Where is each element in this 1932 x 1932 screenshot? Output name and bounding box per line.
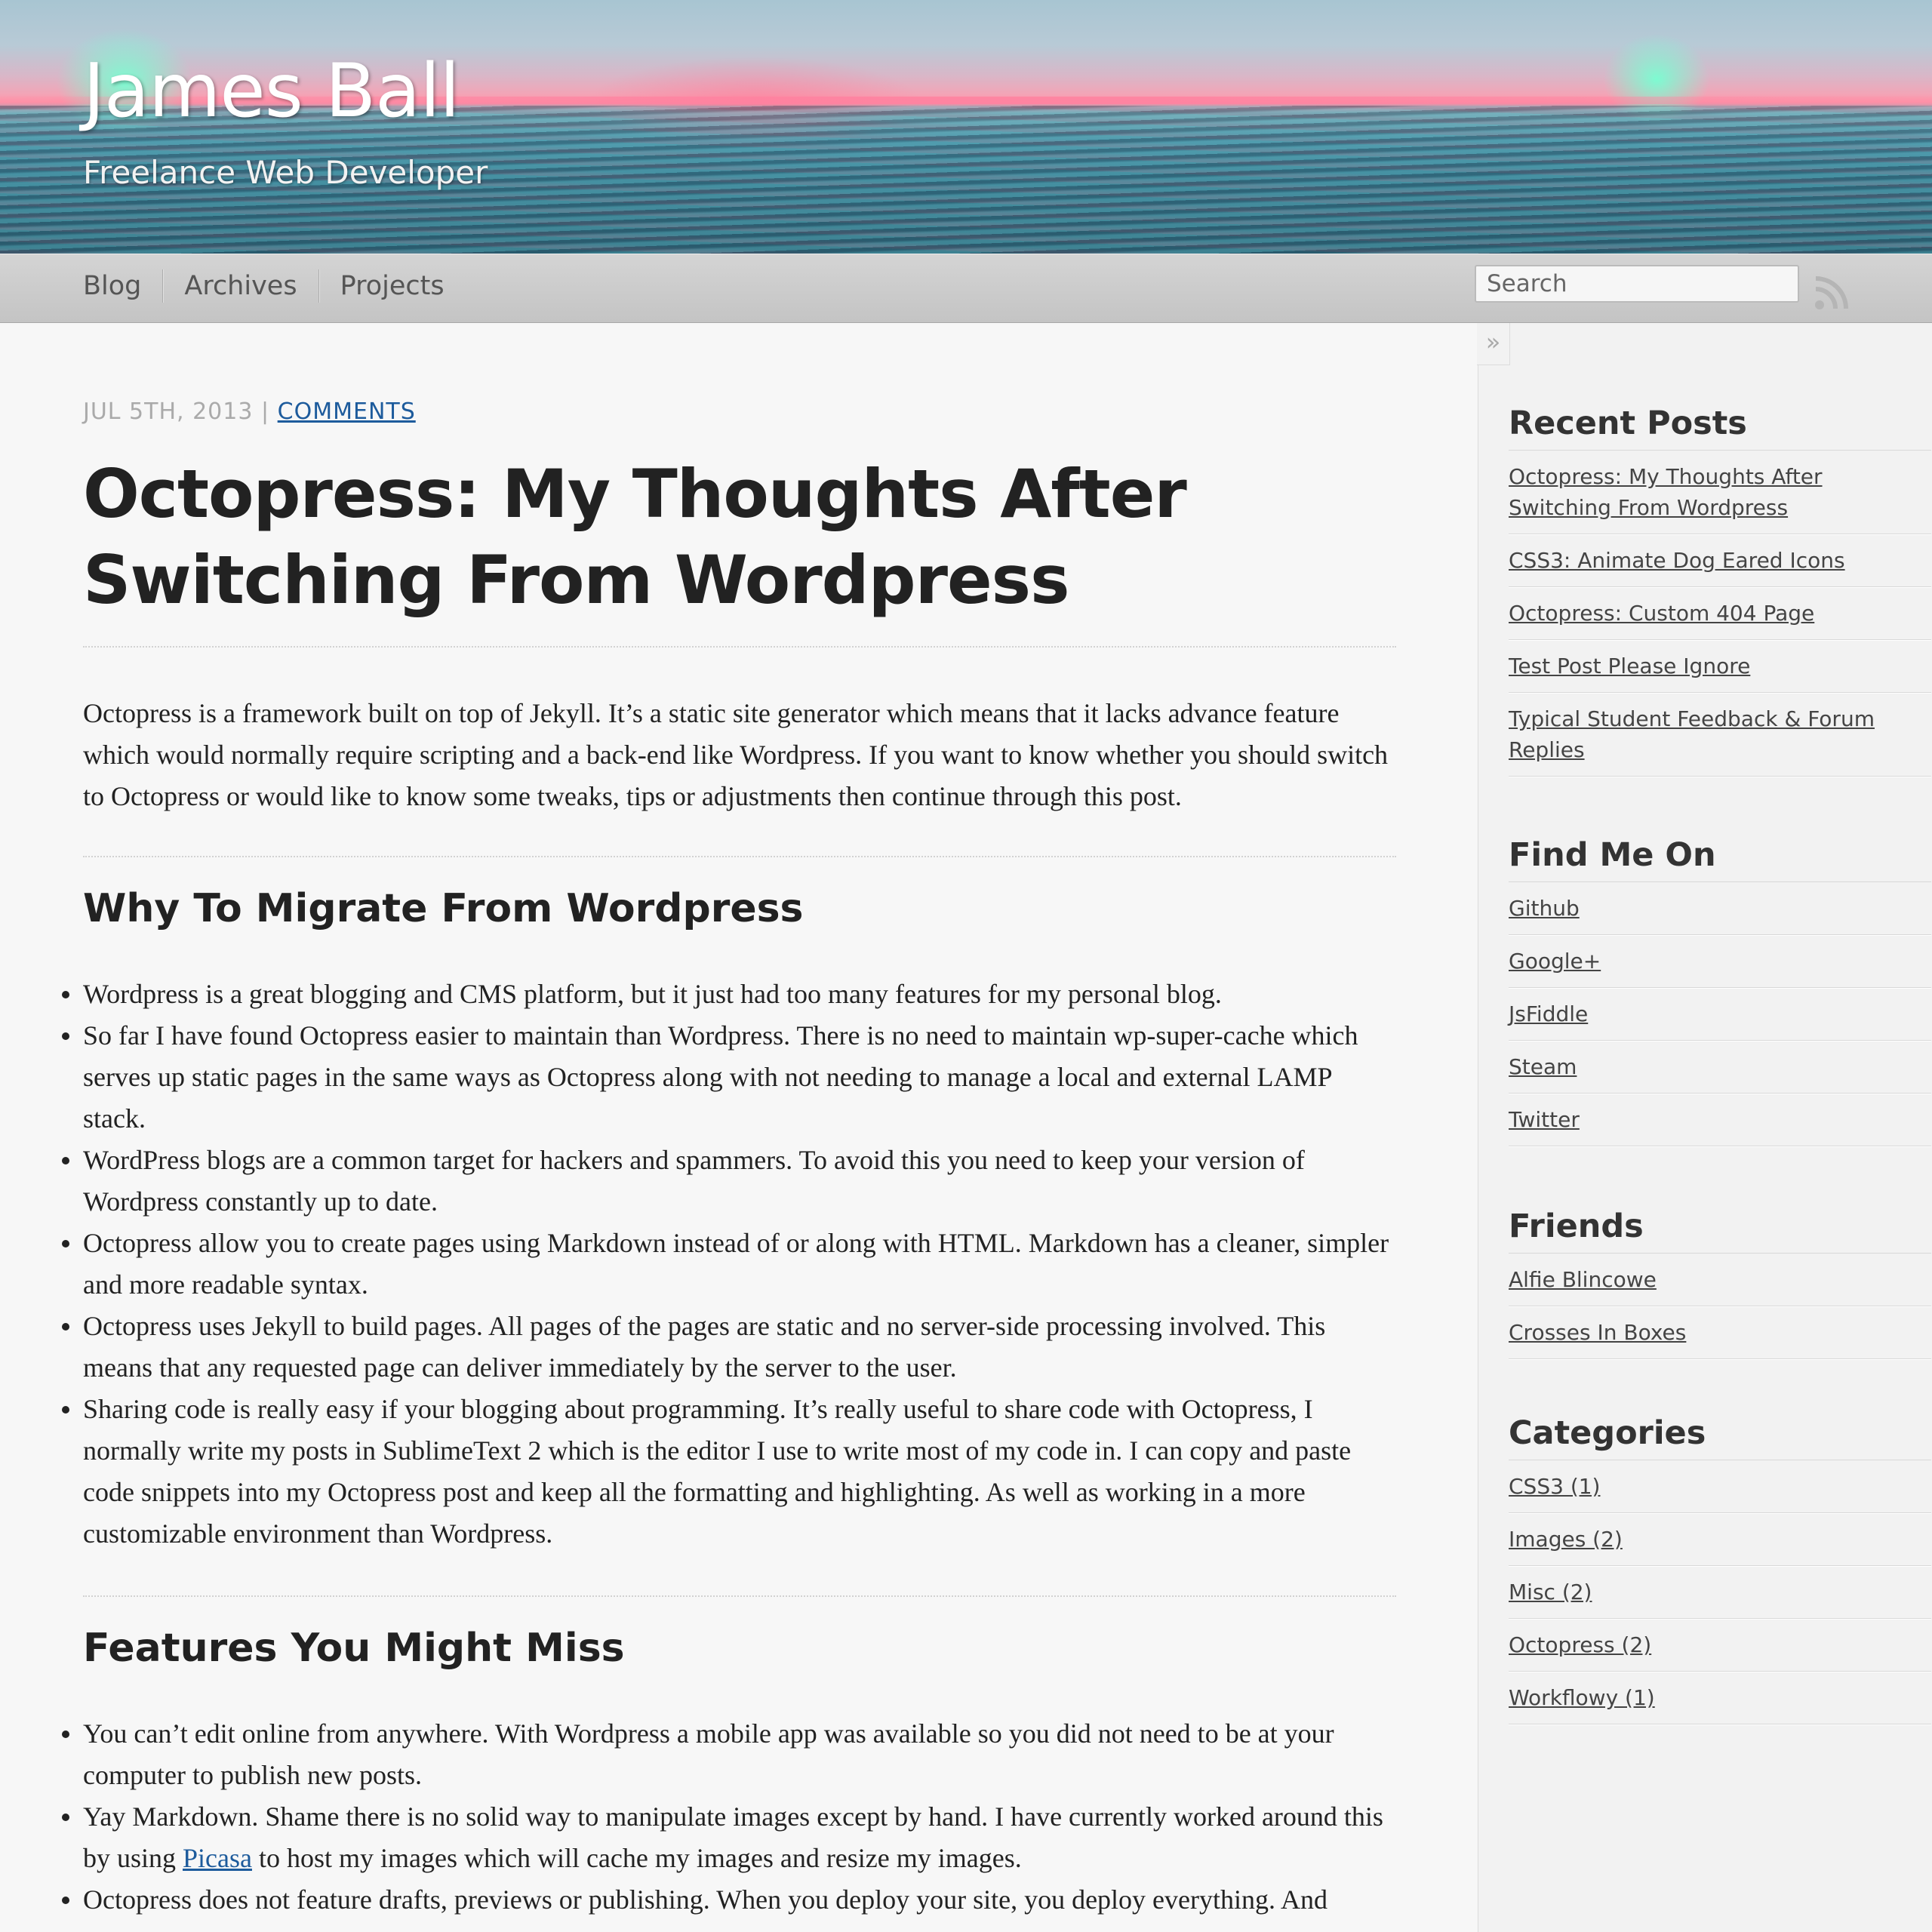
search-input[interactable] <box>1475 265 1799 303</box>
list-item: Octopress allow you to create pages usin… <box>62 1223 1396 1306</box>
post-title[interactable]: Octopress: My Thoughts After Switching F… <box>83 451 1396 623</box>
list-item: Octopress (2) <box>1509 1619 1931 1672</box>
rss-icon[interactable] <box>1814 275 1849 310</box>
list-item: CSS3 (1) <box>1509 1460 1931 1513</box>
list-item: Yay Markdown. Shame there is no solid wa… <box>62 1796 1396 1879</box>
recent-post-link[interactable]: Test Post Please Ignore <box>1509 654 1750 678</box>
find-me-on-section: Find Me On Github Google+ JsFiddle Steam… <box>1509 833 1931 1146</box>
list-item-text: to host my images which will cache my im… <box>251 1843 1022 1873</box>
list-item: Google+ <box>1509 935 1931 988</box>
site-title[interactable]: James Ball <box>83 54 460 128</box>
list-item: Steam <box>1509 1041 1931 1094</box>
post-meta: JUL 5TH, 2013 | COMMENTS <box>83 398 416 425</box>
social-links-list: Github Google+ JsFiddle Steam Twitter <box>1509 882 1931 1146</box>
section-heading: Features You Might Miss <box>83 1626 625 1671</box>
category-link[interactable]: Images (2) <box>1509 1527 1623 1552</box>
comments-link[interactable]: COMMENTS <box>278 398 416 425</box>
post-date: JUL 5TH, 2013 <box>83 398 254 425</box>
friend-link[interactable]: Alfie Blincowe <box>1509 1267 1657 1292</box>
section-title: Find Me On <box>1509 833 1931 882</box>
nav-item-projects[interactable]: Projects <box>318 269 466 303</box>
google-plus-link[interactable]: Google+ <box>1509 949 1601 974</box>
list-item: Typical Student Feedback & Forum Replies <box>1509 693 1931 777</box>
list-item: You can’t edit online from anywhere. Wit… <box>62 1713 1396 1796</box>
list-item: Misc (2) <box>1509 1566 1931 1619</box>
jsfiddle-link[interactable]: JsFiddle <box>1509 1001 1588 1026</box>
list-item: So far I have found Octopress easier to … <box>62 1015 1396 1140</box>
divider <box>83 646 1396 648</box>
collapse-sidebar-toggle[interactable]: » <box>1477 323 1510 365</box>
list-item: Octopress: Custom 404 Page <box>1509 587 1931 640</box>
header-banner: James Ball Freelance Web Developer <box>0 0 1932 254</box>
divider <box>83 856 1396 857</box>
list-item: Crosses In Boxes <box>1509 1306 1931 1359</box>
nav-item-archives[interactable]: Archives <box>162 269 318 303</box>
list-item: Twitter <box>1509 1094 1931 1146</box>
category-link[interactable]: Workflowy (1) <box>1509 1685 1655 1710</box>
site-subtitle: Freelance Web Developer <box>83 154 488 191</box>
recent-posts-list: Octopress: My Thoughts After Switching F… <box>1509 451 1931 777</box>
list-item: Wordpress is a great blogging and CMS pl… <box>62 974 1396 1015</box>
friends-list: Alfie Blincowe Crosses In Boxes <box>1509 1254 1931 1359</box>
recent-post-link[interactable]: Typical Student Feedback & Forum Replies <box>1509 706 1875 762</box>
list-item: Octopress: My Thoughts After Switching F… <box>1509 451 1931 534</box>
list-item: Images (2) <box>1509 1513 1931 1566</box>
bullet-list: Wordpress is a great blogging and CMS pl… <box>62 974 1396 1555</box>
list-item: JsFiddle <box>1509 988 1931 1041</box>
categories-list: CSS3 (1) Images (2) Misc (2) Octopress (… <box>1509 1460 1931 1724</box>
github-link[interactable]: Github <box>1509 896 1580 921</box>
list-item: Octopress does not feature drafts, previ… <box>62 1879 1396 1921</box>
sidebar: » Recent Posts Octopress: My Thoughts Af… <box>1477 323 1932 1932</box>
post-intro: Octopress is a framework built on top of… <box>83 698 1389 811</box>
friend-link[interactable]: Crosses In Boxes <box>1509 1320 1686 1345</box>
list-item: CSS3: Animate Dog Eared Icons <box>1509 534 1931 587</box>
steam-link[interactable]: Steam <box>1509 1054 1577 1079</box>
recent-post-link[interactable]: CSS3: Animate Dog Eared Icons <box>1509 548 1845 573</box>
list-item: Alfie Blincowe <box>1509 1254 1931 1306</box>
section-title: Friends <box>1509 1204 1931 1254</box>
category-link[interactable]: Octopress (2) <box>1509 1632 1651 1657</box>
list-item: WordPress blogs are a common target for … <box>62 1140 1396 1223</box>
divider <box>83 1595 1396 1597</box>
category-link[interactable]: CSS3 (1) <box>1509 1474 1600 1499</box>
category-link[interactable]: Misc (2) <box>1509 1580 1592 1604</box>
main-navigation: Blog Archives Projects <box>0 254 1932 323</box>
recent-post-link[interactable]: Octopress: Custom 404 Page <box>1509 601 1814 626</box>
picasa-link[interactable]: Picasa <box>183 1843 252 1873</box>
section-title: Categories <box>1509 1411 1931 1460</box>
recent-posts-section: Recent Posts Octopress: My Thoughts Afte… <box>1509 401 1931 777</box>
list-item: Test Post Please Ignore <box>1509 640 1931 693</box>
nav-links: Blog Archives Projects <box>83 269 466 303</box>
list-item: Github <box>1509 882 1931 935</box>
friends-section: Friends Alfie Blincowe Crosses In Boxes <box>1509 1204 1931 1359</box>
list-item: Octopress uses Jekyll to build pages. Al… <box>62 1306 1396 1389</box>
list-item: Workflowy (1) <box>1509 1672 1931 1724</box>
section-title: Recent Posts <box>1509 401 1931 451</box>
section-heading: Why To Migrate From Wordpress <box>83 886 804 931</box>
bullet-list: You can’t edit online from anywhere. Wit… <box>62 1713 1396 1921</box>
categories-section: Categories CSS3 (1) Images (2) Misc (2) … <box>1509 1411 1931 1724</box>
list-item: Sharing code is really easy if your blog… <box>62 1389 1396 1555</box>
meta-separator: | <box>261 398 270 425</box>
recent-post-link[interactable]: Octopress: My Thoughts After Switching F… <box>1509 464 1823 520</box>
twitter-link[interactable]: Twitter <box>1509 1107 1580 1132</box>
nav-item-blog[interactable]: Blog <box>83 269 162 303</box>
